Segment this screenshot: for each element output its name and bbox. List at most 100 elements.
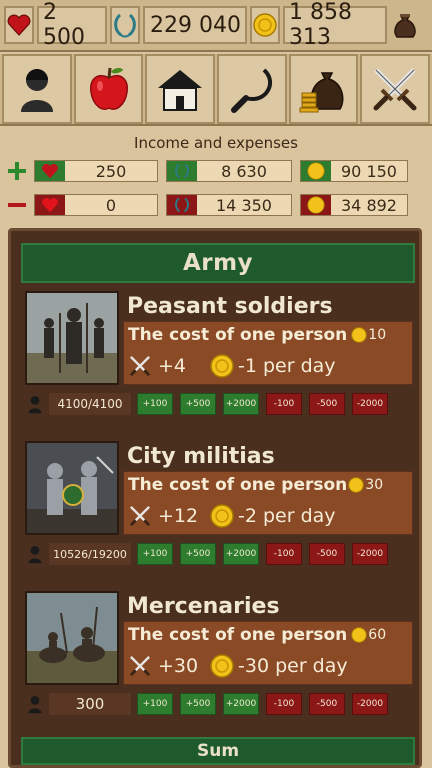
crossed-swords-icon: [373, 68, 417, 111]
unit-card-mercenaries: Mercenaries The cost of one person 60 +3…: [21, 587, 415, 717]
army-button[interactable]: [360, 54, 431, 124]
gold-coin-icon: [250, 6, 280, 44]
person-icon: [21, 692, 49, 716]
add-2000-button[interactable]: +2000: [223, 543, 259, 565]
mercenaries-portrait: [25, 591, 119, 685]
unit-card-city-militias: City militias The cost of one person 30 …: [21, 437, 415, 567]
add-100-button[interactable]: +100: [137, 393, 173, 415]
remove-500-button[interactable]: -500: [309, 693, 345, 715]
unit-count: 300: [49, 693, 131, 715]
gold-coin-icon: [348, 477, 365, 493]
income-gold: 90 150: [300, 160, 408, 182]
remove-100-button[interactable]: -100: [266, 393, 302, 415]
remove-500-button[interactable]: -500: [309, 543, 345, 565]
resource-bar: 2 500 229 040 1 858 313: [0, 0, 432, 52]
unit-controls: 4100/4100 +100 +500 +2000 -100 -500 -200…: [21, 391, 415, 417]
house-icon: [158, 70, 203, 111]
add-100-button[interactable]: +100: [137, 693, 173, 715]
heart-icon: [35, 161, 65, 181]
gold-coin-icon: [301, 195, 331, 215]
unit-name: Peasant soldiers: [127, 293, 333, 319]
gold-value: 1 858 313: [283, 0, 387, 50]
remove-100-button[interactable]: -100: [266, 543, 302, 565]
gold-coin-icon: [210, 654, 234, 678]
expense-health: 0: [34, 194, 158, 216]
crossed-swords-icon: [129, 656, 151, 677]
expense-gold-value: 34 892: [331, 195, 407, 215]
laurel-icon: [167, 161, 197, 181]
unit-count: 10526/19200: [49, 543, 131, 565]
expense-health-value: 0: [65, 195, 157, 215]
laurel-value: 229 040: [143, 6, 247, 44]
unit-card-peasant-soldiers: Peasant soldiers The cost of one person …: [21, 287, 415, 417]
unit-info: The cost of one person 10 +4 -1 per day: [123, 321, 413, 385]
remove-2000-button[interactable]: -2000: [352, 393, 388, 415]
cost-label: The cost of one person: [128, 325, 348, 345]
upkeep-value: -30 per day: [238, 655, 348, 677]
category-buttons: [0, 54, 432, 126]
unit-name: Mercenaries: [127, 593, 280, 619]
expenses-row: 0 14 350 34 892: [0, 192, 432, 218]
attack-value: +12: [158, 505, 199, 527]
crossed-swords-icon: [129, 506, 151, 527]
laurel-icon: [167, 195, 197, 215]
army-title: Army: [21, 243, 415, 283]
unit-info: The cost of one person 30 +12 -2 per day: [123, 471, 413, 535]
gold-coin-icon: [210, 504, 234, 528]
laurel-icon: [110, 6, 140, 44]
sum-title: Sum: [21, 737, 415, 765]
expense-laurel-value: 14 350: [197, 195, 291, 215]
upkeep-value: -1 per day: [238, 355, 336, 377]
attack-value: +30: [158, 655, 199, 677]
income-laurel-value: 8 630: [197, 161, 291, 181]
heart-icon: [4, 6, 34, 44]
population-button[interactable]: [2, 54, 72, 124]
expense-laurel: 14 350: [166, 194, 292, 216]
gold-coin-icon: [351, 627, 368, 643]
cost-value: 60: [368, 627, 387, 643]
gold-coin-icon: [351, 327, 368, 343]
upkeep-value: -2 per day: [238, 505, 336, 527]
heart-icon: [35, 195, 65, 215]
army-panel: Army Peasant soldiers The cost of one pe…: [8, 228, 422, 768]
treasury-button[interactable]: [288, 54, 359, 124]
person-icon: [20, 69, 53, 112]
add-500-button[interactable]: +500: [180, 543, 216, 565]
remove-2000-button[interactable]: -2000: [352, 543, 388, 565]
crossed-swords-icon: [129, 356, 151, 377]
cost-label: The cost of one person: [128, 475, 348, 495]
remove-2000-button[interactable]: -2000: [352, 693, 388, 715]
farming-button[interactable]: [217, 54, 287, 124]
person-icon: [21, 392, 49, 416]
add-500-button[interactable]: +500: [180, 393, 216, 415]
income-health: 250: [34, 160, 158, 182]
income-row: 250 8 630 90 150: [0, 158, 432, 184]
peasant-soldiers-portrait: [25, 291, 119, 385]
health-value: 2 500: [37, 0, 107, 50]
remove-500-button[interactable]: -500: [309, 393, 345, 415]
housing-button[interactable]: [145, 54, 216, 124]
gold-coin-icon: [301, 161, 331, 181]
plus-icon: [6, 158, 28, 184]
minus-icon: [6, 192, 28, 218]
add-2000-button[interactable]: +2000: [223, 693, 259, 715]
unit-info: The cost of one person 60 +30 -30 per da…: [123, 621, 413, 685]
sickle-icon: [230, 68, 272, 113]
unit-controls: 300 +100 +500 +2000 -100 -500 -2000: [21, 691, 415, 717]
add-2000-button[interactable]: +2000: [223, 393, 259, 415]
food-button[interactable]: [73, 54, 144, 124]
unit-name: City militias: [127, 443, 275, 469]
person-icon: [21, 542, 49, 566]
pouch-icon[interactable]: [390, 6, 420, 44]
remove-100-button[interactable]: -100: [266, 693, 302, 715]
unit-controls: 10526/19200 +100 +500 +2000 -100 -500 -2…: [21, 541, 415, 567]
city-militias-portrait: [25, 441, 119, 535]
income-gold-value: 90 150: [331, 161, 407, 181]
income-expenses-title: Income and expenses: [134, 134, 298, 152]
unit-count: 4100/4100: [49, 393, 131, 415]
income-health-value: 250: [65, 161, 157, 181]
gold-coin-icon: [210, 354, 234, 378]
add-100-button[interactable]: +100: [137, 543, 173, 565]
apple-icon: [89, 67, 128, 110]
add-500-button[interactable]: +500: [180, 693, 216, 715]
